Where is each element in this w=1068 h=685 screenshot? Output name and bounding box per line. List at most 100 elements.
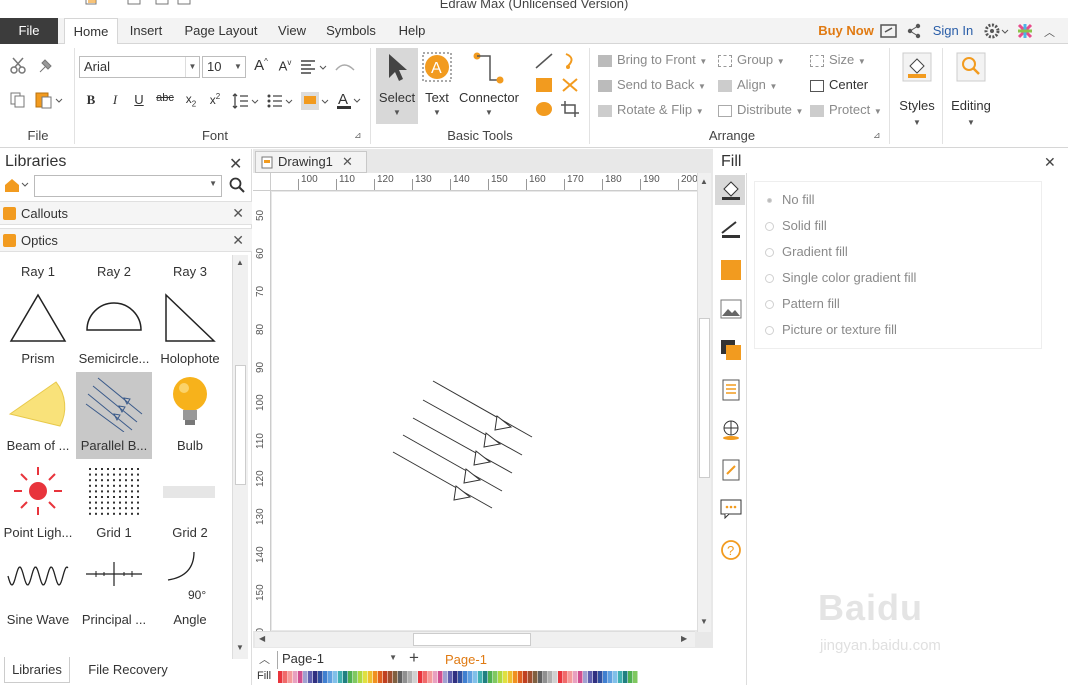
rotate-flip-button[interactable]: Rotate & Flip ▼ <box>598 102 704 117</box>
color-palette[interactable] <box>278 671 638 683</box>
size-button[interactable]: Size ▼ <box>810 52 866 67</box>
color-swatch[interactable] <box>538 671 543 683</box>
chevron-down-icon[interactable]: ▼ <box>236 643 244 652</box>
shape-angle[interactable]: 90° Angle <box>152 546 228 633</box>
document-tab[interactable]: Drawing1 ✕ <box>255 151 367 173</box>
text-curve-icon[interactable] <box>334 60 360 77</box>
color-swatch[interactable] <box>603 671 608 683</box>
font-name-select[interactable]: Arial ▼ <box>79 56 200 78</box>
color-swatch[interactable] <box>283 671 288 683</box>
copy-icon[interactable] <box>8 90 28 113</box>
color-swatch[interactable] <box>413 671 418 683</box>
bullet-list-icon[interactable] <box>266 93 294 112</box>
group-button[interactable]: Group ▼ <box>718 52 785 67</box>
select-tool-button[interactable]: Select ▼ <box>376 48 418 124</box>
color-swatch[interactable] <box>448 671 453 683</box>
fill-option-picture[interactable]: Picture or texture fill <box>765 322 897 337</box>
dialog-launcher-icon[interactable]: ⊿ <box>354 130 362 141</box>
subscript-icon[interactable]: x2 <box>180 92 202 108</box>
color-swatch[interactable] <box>363 671 368 683</box>
chevron-up-icon[interactable]: ▲ <box>236 258 244 267</box>
color-swatch[interactable] <box>343 671 348 683</box>
library-search-input[interactable]: ▼ <box>34 175 222 197</box>
shape-grid-2[interactable]: Grid 2 <box>152 459 228 546</box>
color-swatch[interactable] <box>558 671 563 683</box>
fill-option-single-color-gradient[interactable]: Single color gradient fill <box>765 270 916 285</box>
color-swatch[interactable] <box>573 671 578 683</box>
bring-to-front-button[interactable]: Bring to Front ▼ <box>598 52 707 67</box>
color-swatch[interactable] <box>328 671 333 683</box>
color-swatch[interactable] <box>323 671 328 683</box>
cut-icon[interactable] <box>8 56 30 79</box>
arc-tool-icon[interactable] <box>560 52 580 73</box>
chevron-up-icon[interactable]: ▲ <box>700 177 708 186</box>
shape-grid-1[interactable]: Grid 1 <box>76 459 152 546</box>
color-swatch[interactable] <box>293 671 298 683</box>
help-icon[interactable]: ? <box>720 539 742 564</box>
shape-principal-axis[interactable]: Principal ... <box>76 546 152 633</box>
align-text-icon[interactable] <box>300 59 328 78</box>
layer-icon[interactable] <box>720 339 742 364</box>
shape-ray-2[interactable]: Ray 2 <box>76 255 152 285</box>
fill-option-solid[interactable]: Solid fill <box>765 218 827 233</box>
scroll-thumb[interactable] <box>235 365 246 485</box>
color-swatch[interactable] <box>298 671 303 683</box>
shape-prism[interactable]: Prism <box>0 285 76 372</box>
color-swatch[interactable] <box>578 671 583 683</box>
tab-view[interactable]: View <box>272 18 312 44</box>
chevron-up-icon[interactable]: ︿ <box>259 651 270 667</box>
rectangle-tool-icon[interactable] <box>534 76 554 97</box>
tab-page-layout[interactable]: Page Layout <box>180 18 262 44</box>
color-swatch[interactable] <box>483 671 488 683</box>
color-swatch[interactable] <box>458 671 463 683</box>
italic-icon[interactable]: I <box>104 92 126 108</box>
notes-icon[interactable] <box>721 459 741 484</box>
editing-button[interactable]: Editing ▼ <box>946 48 996 138</box>
shape-beam[interactable]: Beam of ... <box>0 372 76 459</box>
color-swatch[interactable] <box>463 671 468 683</box>
connector-tool-button[interactable]: Connector ▼ <box>458 48 520 124</box>
drawing-page[interactable] <box>272 192 697 630</box>
image-icon[interactable] <box>720 299 742 322</box>
color-swatch[interactable] <box>563 671 568 683</box>
color-swatch[interactable] <box>358 671 363 683</box>
font-size-select[interactable]: 10 ▼ <box>202 56 246 78</box>
colorful-logo-icon[interactable] <box>1016 22 1034 43</box>
color-swatch[interactable] <box>523 671 528 683</box>
collapse-ribbon-icon[interactable]: ︿ <box>1044 24 1055 40</box>
close-icon[interactable]: ✕ <box>342 152 353 172</box>
paste-icon[interactable] <box>34 90 64 113</box>
dialog-launcher-icon[interactable]: ⊿ <box>873 130 881 141</box>
color-swatch[interactable] <box>473 671 478 683</box>
color-swatch[interactable] <box>528 671 533 683</box>
shape-bulb[interactable]: Bulb <box>152 372 228 459</box>
color-swatch[interactable] <box>633 671 638 683</box>
color-swatch[interactable] <box>568 671 573 683</box>
shape-ray-1[interactable]: Ray 1 <box>0 255 76 285</box>
color-swatch[interactable] <box>428 671 433 683</box>
color-swatch[interactable] <box>383 671 388 683</box>
line-spacing-icon[interactable] <box>232 93 260 112</box>
fill-tab[interactable] <box>715 175 745 205</box>
color-swatch[interactable] <box>348 671 353 683</box>
chevron-right-icon[interactable]: ▶ <box>681 634 687 643</box>
color-swatch[interactable] <box>628 671 633 683</box>
color-swatch[interactable] <box>588 671 593 683</box>
color-swatch[interactable] <box>313 671 318 683</box>
color-swatch[interactable] <box>308 671 313 683</box>
shape-ray-3[interactable]: Ray 3 <box>152 255 228 285</box>
search-icon[interactable] <box>229 177 245 196</box>
line-style-icon[interactable] <box>720 219 742 242</box>
scroll-thumb[interactable] <box>699 318 710 478</box>
bold-icon[interactable]: B <box>80 92 102 108</box>
shape-point-light[interactable]: Point Ligh... <box>0 459 76 546</box>
close-icon[interactable]: ✕ <box>232 205 244 222</box>
shape-sine-wave[interactable]: Sine Wave <box>0 546 76 633</box>
chevron-down-icon[interactable]: ▼ <box>700 617 708 626</box>
page-select[interactable]: Page-1 ▼ <box>277 651 399 669</box>
page-properties-icon[interactable] <box>721 379 741 404</box>
highlight-color-icon[interactable] <box>300 91 330 114</box>
color-swatch[interactable] <box>388 671 393 683</box>
close-icon[interactable]: ✕ <box>229 154 242 174</box>
superscript-icon[interactable]: x2 <box>204 92 226 107</box>
